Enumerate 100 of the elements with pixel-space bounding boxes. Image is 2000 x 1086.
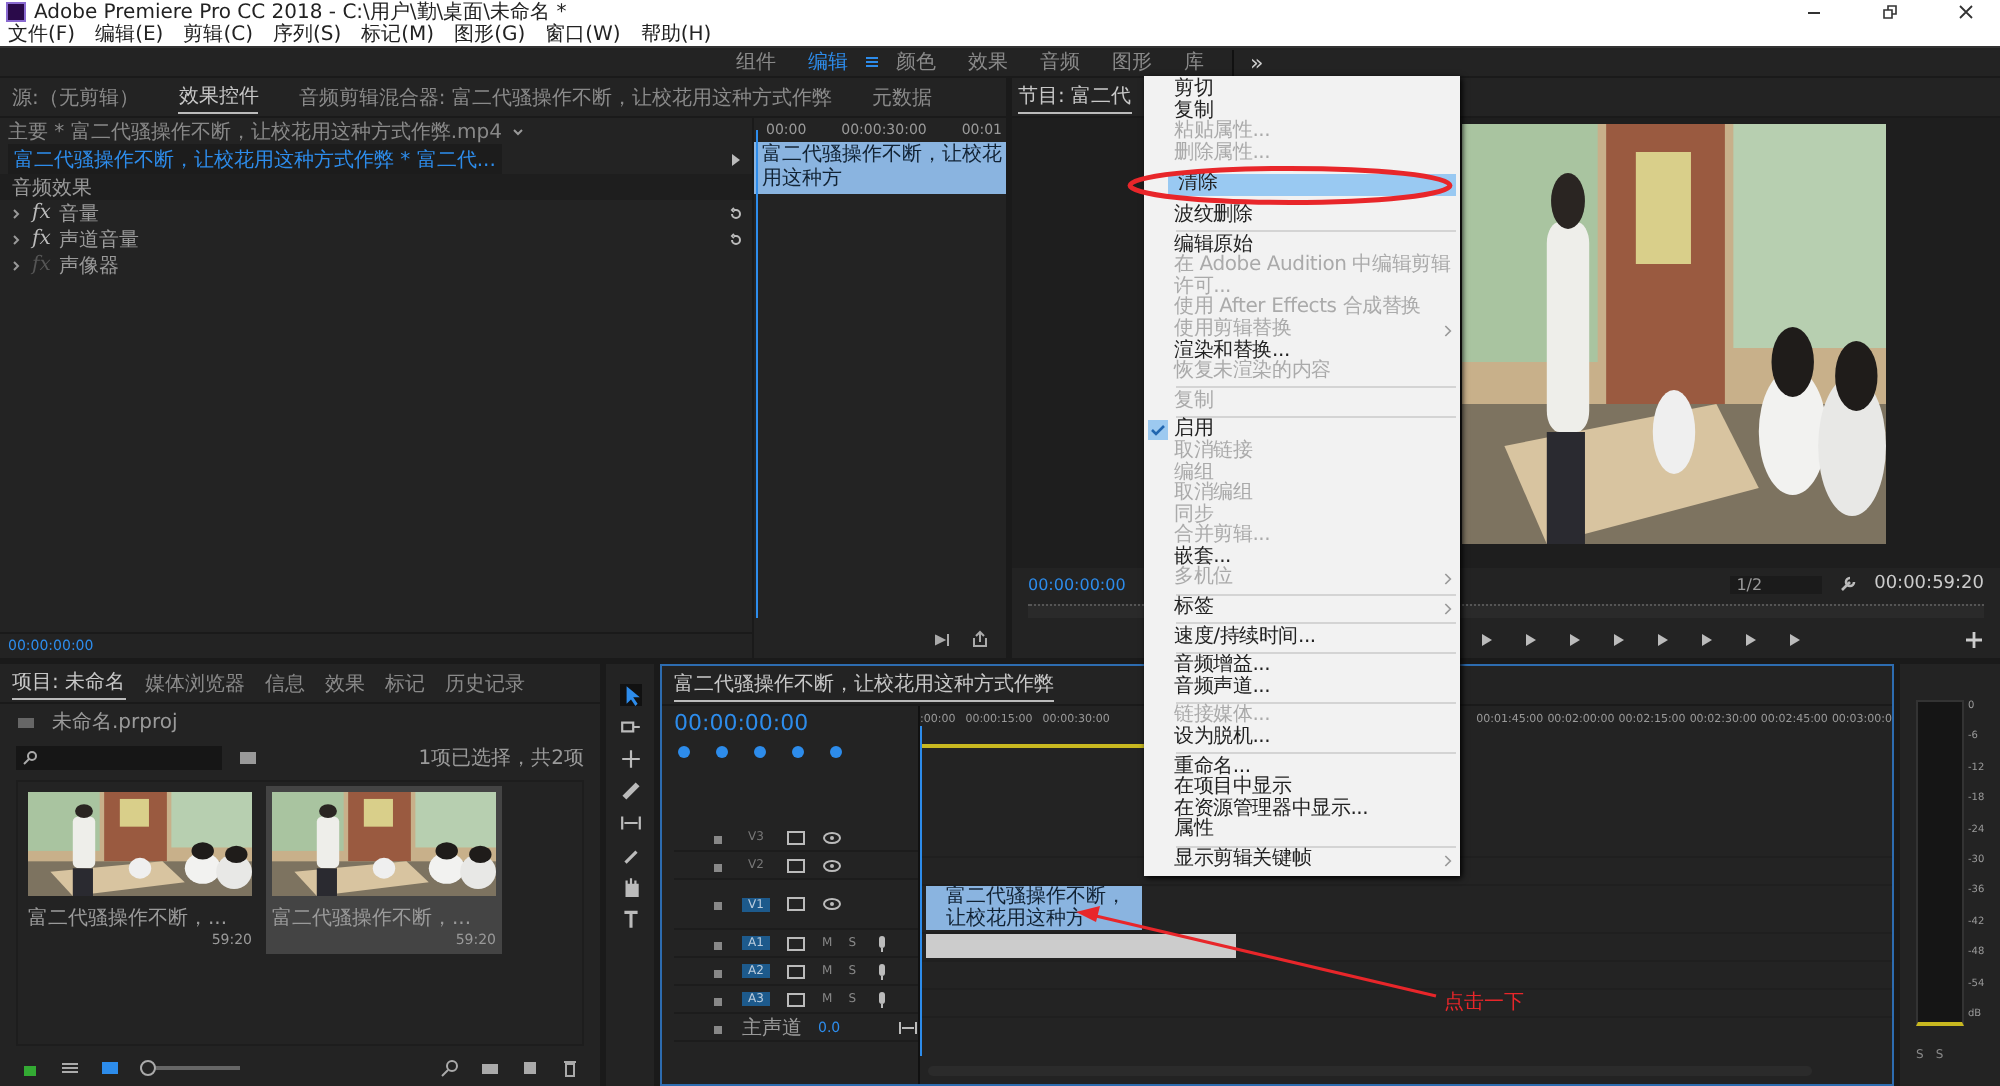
clip-selector[interactable]: 富二代骚操作不断，让校花用这种方式作弊 * 富二代... [8,144,502,176]
menu-item[interactable]: 嵌套... [1144,547,1460,569]
type-tool-icon[interactable] [619,908,641,930]
razor-icon[interactable] [619,780,641,802]
panel-tab[interactable]: 效果控件 [178,80,259,114]
reset-icon[interactable] [728,231,744,247]
menu-item[interactable]: 设为脱机... [1144,728,1460,750]
close-icon[interactable] [1956,1,1976,21]
timecode[interactable]: 00:00:00:00 [674,706,918,736]
menu-item[interactable]: 序列(S) [272,20,342,48]
menu-item[interactable]: 波纹删除 [1144,205,1460,228]
transport-icon[interactable] [1696,630,1716,650]
menu-item[interactable]: 音频声道... [1144,677,1460,699]
menu-item[interactable]: 标记(M) [361,20,435,48]
menu-item[interactable]: 剪切 [1144,80,1460,102]
transport-icon[interactable] [1564,630,1584,650]
menu-item[interactable]: 图形(G) [454,20,526,48]
duration-timecode: 00:00:59:20 [1874,574,1984,594]
folder-icon[interactable] [480,1058,500,1078]
transport-icon[interactable] [1608,630,1628,650]
trash-icon[interactable] [560,1058,580,1078]
fx-toggle[interactable]: fx [32,228,51,250]
menu-item[interactable]: 启用 [1144,420,1460,442]
menu-item[interactable]: 渲染和替换... [1144,341,1460,363]
menu-item[interactable]: 剪辑(C) [183,20,253,48]
wrench-icon[interactable] [1838,574,1859,594]
audio-clip[interactable] [926,934,1236,958]
master-track-label: 主声道 [742,1015,802,1041]
zoom-dropdown[interactable]: 1/2 [1730,575,1823,593]
workspace-tab[interactable]: 颜色 [880,48,952,76]
export-icon[interactable] [970,630,990,650]
transport-icon[interactable] [1784,630,1804,650]
workspace-tab[interactable]: 编辑 [792,48,864,76]
project-file-name: 未命名.prproj [52,709,178,736]
workspace-tab[interactable]: 效果 [952,48,1024,76]
effect-name: 声像器 [58,253,119,279]
audio-loop-icon[interactable] [934,630,954,650]
transport-icon[interactable] [1740,630,1760,650]
new-item-icon[interactable] [520,1058,540,1078]
panel-tab[interactable]: 项目: 未命名 [12,666,126,700]
play-icon[interactable] [728,152,744,168]
reset-icon[interactable] [728,205,744,221]
track-select-icon[interactable] [619,716,641,738]
eye-icon[interactable] [822,827,842,847]
menu-item[interactable]: 帮助(H) [640,20,712,48]
panel-tab[interactable]: 标记 [385,667,426,699]
transport-icon[interactable] [1476,630,1496,650]
panel-tab[interactable]: 源:（无剪辑） [12,81,139,113]
sequence-tab[interactable]: 富二代骚操作不断，让校花用这种方式作弊 [674,668,1054,702]
annotation-text: 点击一下 [1444,989,1524,1016]
menu-item[interactable]: 编辑(E) [95,20,164,48]
menu-icon[interactable] [864,54,880,70]
effect-name: 音量 [58,201,99,227]
menu-item[interactable]: 显示剪辑关键帧 [1144,850,1460,872]
ripple-edit-icon[interactable] [619,748,641,770]
menu-item[interactable]: 文件(F) [8,20,76,48]
menu-item[interactable]: 标签 [1144,598,1460,620]
panel-tab[interactable]: 媒体浏览器 [145,667,246,699]
menu-item[interactable]: 属性 [1144,820,1460,842]
search-field[interactable] [16,746,222,770]
go-to-edges-icon[interactable] [898,1017,918,1037]
panel-tab[interactable]: 历史记录 [445,667,526,699]
lock-icon[interactable] [710,896,726,912]
search-icon[interactable] [440,1058,460,1078]
menu-item[interactable]: 重命名... [1144,757,1460,779]
icon-view-icon[interactable] [100,1058,120,1078]
eye-icon[interactable] [822,894,842,914]
caret-icon[interactable] [510,124,526,140]
panel-tab[interactable]: 节目: 富二代 [1018,80,1132,114]
menu-item[interactable]: 音频增益... [1144,656,1460,678]
workspace-tab[interactable]: 音频 [1024,48,1096,76]
transport-icon[interactable] [1652,630,1672,650]
slip-icon[interactable] [619,812,641,834]
effect-name: 声道音量 [58,227,139,253]
panel-tab[interactable]: 元数据 [871,81,932,113]
search-icon [22,750,38,766]
selection-tool-icon[interactable] [619,684,641,706]
workspace-tab[interactable]: 组件 [720,48,792,76]
bin-icon [16,712,36,732]
timecode[interactable]: 00:00:00:00 [1028,575,1126,593]
panel-tab[interactable]: 音频剪辑混合器: 富二代骚操作不断，让校花用这种方式作弊 [298,81,832,113]
list-view-icon[interactable] [60,1058,80,1078]
slider-thumb[interactable] [139,1060,155,1076]
workspace-tab[interactable]: 库 [1168,48,1220,76]
transport-icon[interactable] [1520,630,1540,650]
menu-item[interactable]: 在项目中显示 [1144,778,1460,800]
new-bin-icon[interactable] [238,748,258,768]
panel-tab[interactable]: 信息 [265,667,306,699]
menu-item[interactable]: 窗口(W) [545,20,621,48]
eye-icon[interactable] [822,855,842,875]
restore-icon[interactable] [1880,1,1900,21]
menu-item[interactable]: 复制 [1144,101,1460,123]
add-icon[interactable] [1964,630,1984,650]
selection-count: 1项已选择，共2项 [418,745,584,772]
workspace-tab[interactable]: 图形 [1096,48,1168,76]
menu-item[interactable]: 速度/持续时间... [1144,627,1460,649]
panel-tab[interactable]: 效果 [325,667,366,699]
fx-toggle[interactable]: fx [32,202,51,224]
clip-bar[interactable]: 富二代骚操作不断，让校花用这种方 [754,142,1006,194]
menu-item[interactable]: 编辑原始 [1144,235,1460,257]
